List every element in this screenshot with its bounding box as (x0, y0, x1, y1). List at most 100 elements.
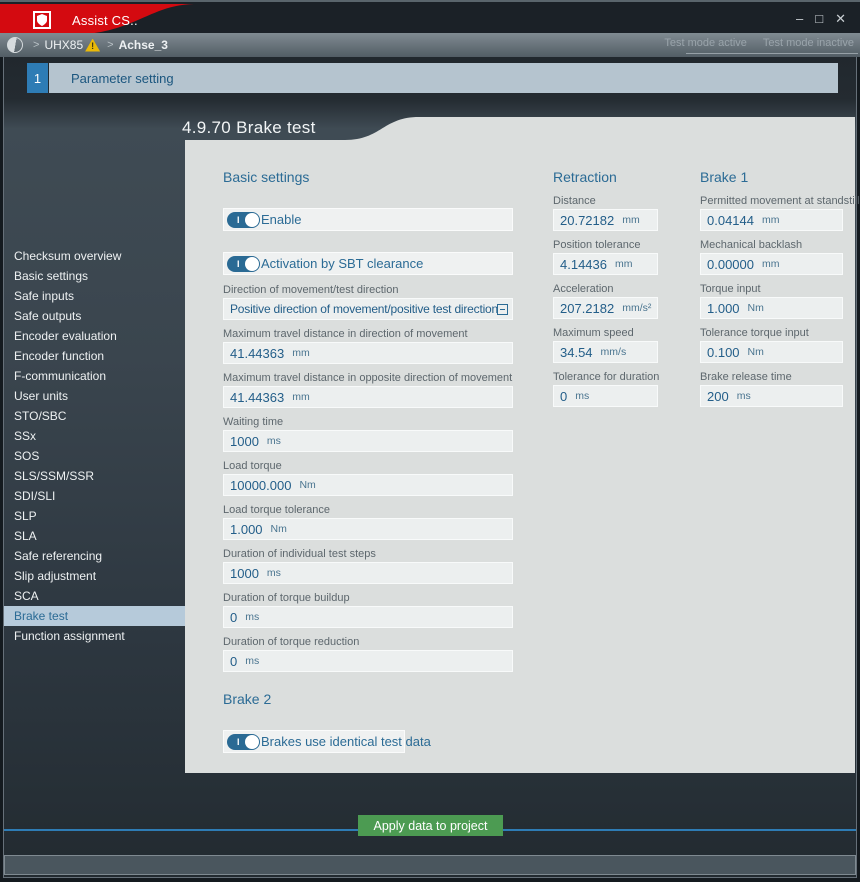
combobox-icon[interactable] (497, 304, 508, 315)
field-label: Distance (553, 195, 658, 208)
sidebar-item[interactable]: STO/SBC (4, 406, 185, 426)
field-input[interactable]: 207.2182 mm/s² (553, 297, 658, 319)
field-input[interactable]: 0 ms (223, 650, 513, 672)
toggle-on-icon[interactable]: I (227, 256, 260, 272)
sidebar-item[interactable]: Brake test (4, 606, 185, 626)
section-heading: Retraction (553, 168, 658, 186)
network-icon[interactable] (7, 37, 23, 53)
field-input[interactable]: 1.000 Nm (700, 297, 843, 319)
sidebar-item[interactable]: Function assignment (4, 626, 185, 646)
sidebar-nav: Checksum overview Basic settings Safe in… (4, 246, 185, 646)
field-label: Duration of individual test steps (223, 548, 513, 561)
sidebar-item[interactable]: Encoder evaluation (4, 326, 185, 346)
toggle-label: Enable (261, 212, 301, 227)
close-button[interactable]: ✕ (835, 11, 846, 27)
field-row: Duration of individual test steps 1000 m… (223, 548, 513, 584)
field-input[interactable]: 0 ms (223, 606, 513, 628)
field-input[interactable]: 1000 ms (223, 430, 513, 452)
sidebar-item-label: Checksum overview (14, 249, 121, 263)
sidebar-item[interactable]: SOS (4, 446, 185, 466)
sidebar-item[interactable]: Slip adjustment (4, 566, 185, 586)
field-input[interactable]: 0.100 Nm (700, 341, 843, 363)
sidebar-item[interactable]: Encoder function (4, 346, 185, 366)
brake2-heading: Brake 2 (223, 690, 513, 708)
test-mode-underline (686, 53, 858, 54)
sidebar-item-label: Safe referencing (14, 549, 102, 563)
sidebar-item[interactable]: SLS/SSM/SSR (4, 466, 185, 486)
sidebar-item[interactable]: Safe inputs (4, 286, 185, 306)
field-input[interactable]: 200 ms (700, 385, 843, 407)
toggle-knob (245, 213, 259, 227)
basic-settings-section: Basic settings I Enable I Activation by … (223, 168, 513, 753)
test-mode-inactive-link[interactable]: Test mode inactive (763, 37, 854, 49)
sidebar-item[interactable]: SLA (4, 526, 185, 546)
field-label: Maximum travel distance in opposite dire… (223, 372, 513, 385)
field-value: 10000.000 (230, 478, 291, 493)
sidebar-item[interactable]: User units (4, 386, 185, 406)
field-value: 1.000 (707, 301, 740, 316)
field-input[interactable]: 1.000 Nm (223, 518, 513, 540)
sidebar-item[interactable]: Basic settings (4, 266, 185, 286)
test-mode-active-link[interactable]: Test mode active (664, 37, 747, 49)
sidebar-item-label: Brake test (14, 609, 68, 623)
sidebar-item[interactable]: SDI/SLI (4, 486, 185, 506)
sidebar-item-label: Encoder evaluation (14, 329, 117, 343)
field-input[interactable]: 0.00000 mm (700, 253, 843, 275)
breadcrumb-device[interactable]: UHX85 (44, 38, 83, 52)
maximize-button[interactable]: □ (815, 11, 823, 27)
content-panel: Basic settings I Enable I Activation by … (185, 117, 855, 773)
field-label: Brake release time (700, 371, 843, 384)
field-unit: mm (762, 258, 780, 270)
field-row: Duration of torque buildup 0 ms (223, 592, 513, 628)
field-value: 20.72182 (560, 213, 614, 228)
field-label: Maximum travel distance in direction of … (223, 328, 513, 341)
field-label: Load torque tolerance (223, 504, 513, 517)
field-value: 0 (560, 389, 567, 404)
field-row: Acceleration 207.2182 mm/s² (553, 283, 658, 319)
status-bar (4, 855, 856, 875)
sidebar-item-label: User units (14, 389, 68, 403)
retraction-section: Retraction Distance 20.72182 mm Position… (553, 168, 658, 415)
field-input[interactable]: 4.14436 mm (553, 253, 658, 275)
identical-test-data-toggle-row[interactable]: I Brakes use identical test data (223, 730, 405, 753)
field-input[interactable]: 20.72182 mm (553, 209, 658, 231)
toggle-label: Brakes use identical test data (261, 734, 431, 749)
field-row: Tolerance torque input 0.100 Nm (700, 327, 843, 363)
sidebar-item[interactable]: Safe referencing (4, 546, 185, 566)
sidebar-item-label: SOS (14, 449, 39, 463)
sidebar-item[interactable]: SLP (4, 506, 185, 526)
wizard-step-label[interactable]: Parameter setting (49, 63, 838, 93)
field-input[interactable]: 0 ms (553, 385, 658, 407)
direction-select[interactable]: Positive direction of movement/positive … (223, 298, 513, 320)
toggle-on-icon[interactable]: I (227, 734, 260, 750)
enable-toggle-row[interactable]: I Enable (223, 208, 513, 231)
field-value: 41.44363 (230, 346, 284, 361)
field-value: 41.44363 (230, 390, 284, 405)
sidebar-item[interactable]: SCA (4, 586, 185, 606)
sidebar-item-label: STO/SBC (14, 409, 66, 423)
field-input[interactable]: 10000.000 Nm (223, 474, 513, 496)
sidebar-item[interactable]: F-communication (4, 366, 185, 386)
field-value: 0.04144 (707, 213, 754, 228)
sbt-clearance-toggle-row[interactable]: I Activation by SBT clearance (223, 252, 513, 275)
sidebar-item[interactable]: Checksum overview (4, 246, 185, 266)
minimize-button[interactable]: – (796, 11, 803, 27)
sidebar-item[interactable]: Safe outputs (4, 306, 185, 326)
field-input[interactable]: 41.44363 mm (223, 386, 513, 408)
breadcrumb-axis[interactable]: Achse_3 (119, 38, 168, 52)
field-input[interactable]: 1000 ms (223, 562, 513, 584)
field-input[interactable]: 41.44363 mm (223, 342, 513, 364)
field-label: Permitted movement at standstill (700, 195, 843, 208)
field-unit: mm (615, 258, 633, 270)
field-input[interactable]: 34.54 mm/s (553, 341, 658, 363)
field-row: Position tolerance 4.14436 mm (553, 239, 658, 275)
field-unit: mm (762, 214, 780, 226)
field-label: Waiting time (223, 416, 513, 429)
toggle-on-icon[interactable]: I (227, 212, 260, 228)
toggle-knob (245, 257, 259, 271)
field-input[interactable]: 0.04144 mm (700, 209, 843, 231)
title-bar: Assist CS.. – □ ✕ (0, 0, 860, 33)
field-row: Load torque tolerance 1.000 Nm (223, 504, 513, 540)
apply-data-button[interactable]: Apply data to project (358, 815, 503, 836)
sidebar-item[interactable]: SSx (4, 426, 185, 446)
